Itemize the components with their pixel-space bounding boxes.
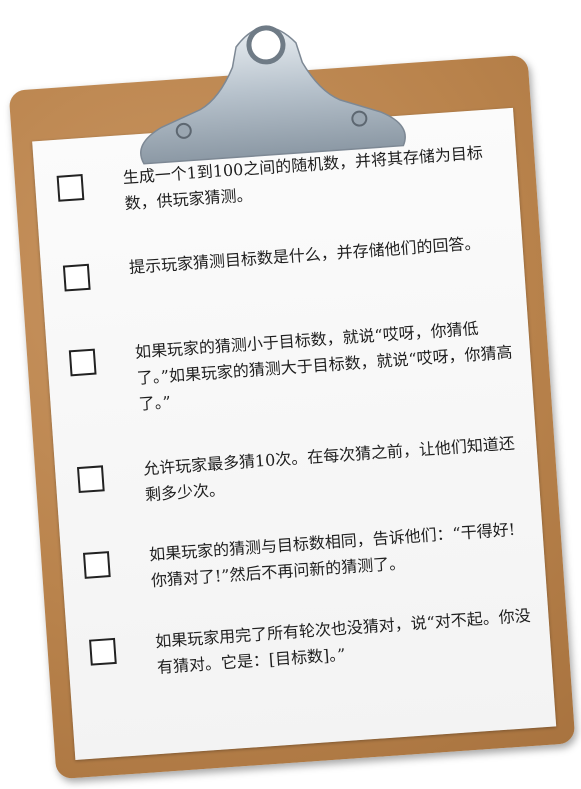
checkbox[interactable]: [62, 263, 91, 292]
checkbox[interactable]: [68, 348, 97, 377]
checkbox[interactable]: [82, 551, 111, 579]
metal-clip-icon: [140, 25, 406, 165]
checklist-item-text: 如果玩家的猜测与目标数相同，告诉他们：“干得好!你猜对了!”然后不再问新的猜测了…: [148, 519, 516, 591]
checklist-item: 如果玩家用完了所有轮次也没猜对，说“对不起。你没有猜对。它是：[目标数]。”: [89, 602, 542, 685]
checklist-item: 如果玩家的猜测小于目标数，就说“哎呀，你猜低了。”如果玩家的猜测大于目标数，就说…: [68, 313, 522, 422]
checklist-paper: 生成一个1到100之间的随机数，并将其存储为目标数，供玩家猜测。 提示玩家猜测目…: [32, 107, 557, 760]
checkbox[interactable]: [76, 465, 105, 494]
checkbox[interactable]: [56, 174, 85, 202]
checklist-item-text: 允许玩家最多猜10次。在每次猜之前，让他们知道还剩多少次。: [142, 433, 516, 505]
clipboard-illustration: 生成一个1到100之间的随机数，并将其存储为目标数，供玩家猜测。 提示玩家猜测目…: [0, 0, 581, 789]
checkbox[interactable]: [89, 637, 117, 666]
checklist-item-text: 提示玩家猜测目标数是什么，并存储他们的回答。: [128, 233, 481, 277]
checklist-item: 如果玩家的猜测与目标数相同，告诉他们：“干得好!你猜对了!”然后不再问新的猜测了…: [82, 516, 536, 599]
clipboard-board: 生成一个1到100之间的随机数，并将其存储为目标数，供玩家猜测。 提示玩家猜测目…: [8, 25, 576, 780]
checklist-item: 允许玩家最多猜10次。在每次猜之前，让他们知道还剩多少次。: [76, 430, 530, 513]
checklist-item-text: 如果玩家用完了所有轮次也没猜对，说“对不起。你没有猜对。它是：[目标数]。”: [154, 605, 532, 677]
checklist-item: 提示玩家猜测目标数是什么，并存储他们的回答。: [62, 228, 513, 292]
checklist-item-text: 如果玩家的猜测小于目标数，就说“哎呀，你猜低了。”如果玩家的猜测大于目标数，就说…: [134, 318, 514, 414]
